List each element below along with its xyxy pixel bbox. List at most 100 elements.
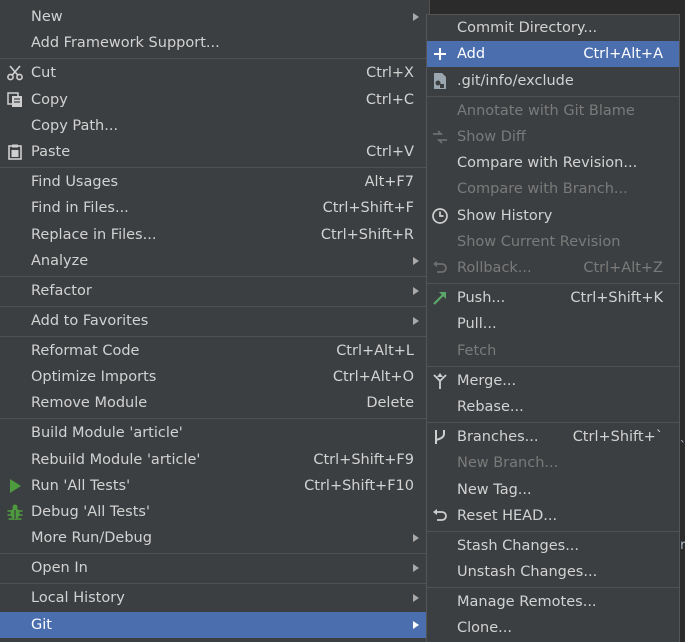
menu-item-manage-remotes[interactable]: Manage Remotes... [427,589,679,615]
menu-item-cut[interactable]: Cut Ctrl+X [0,60,429,86]
menu-item-label: Add Framework Support... [31,35,220,51]
menu-item-branches[interactable]: Branches... Ctrl+Shift+` [427,424,679,450]
menu-item-add-framework-support[interactable]: Add Framework Support... [0,30,429,56]
menu-item-label: Open In [31,560,88,576]
menu-item-label: Git [31,617,52,633]
menu-item-label: Stash Changes... [457,538,580,554]
copy-icon [6,91,24,109]
debug-icon [6,503,24,521]
submenu-arrow-icon [413,564,419,572]
menu-item-label: Reset HEAD... [457,508,558,524]
menu-item-refactor[interactable]: Refactor [0,278,429,304]
menu-item-shortcut: Ctrl+Alt+Z [583,260,663,276]
menu-item-annotate-with-git-blame[interactable]: Annotate with Git Blame [427,98,679,124]
menu-item-label: Add to Favorites [31,313,149,329]
submenu-arrow-icon [413,621,419,629]
menu-item-label: Rebase... [457,399,524,415]
menu-item-show-history[interactable]: Show History [427,203,679,229]
menu-item-shortcut: Ctrl+Shift+F10 [304,478,414,494]
menu-item-push[interactable]: Push... Ctrl+Shift+K [427,285,679,311]
menu-separator [427,96,679,97]
menu-item-debug-all-tests[interactable]: Debug 'All Tests' [0,499,429,525]
menu-item-show-current-revision[interactable]: Show Current Revision [427,229,679,255]
menu-item-local-history[interactable]: Local History [0,585,429,611]
run-icon [6,477,24,495]
menu-item-open-in[interactable]: Open In [0,555,429,581]
menu-item-compare-with-branch[interactable]: Compare with Branch... [427,176,679,202]
menu-item-copy[interactable]: Copy Ctrl+C [0,87,429,113]
menu-separator [0,276,429,277]
push-arrow-icon [431,289,449,307]
menu-item-find-usages[interactable]: Find Usages Alt+F7 [0,169,429,195]
menu-item-label: Build Module 'article' [31,425,183,441]
menu-item-label: Refactor [31,283,92,299]
menu-item-stash-changes[interactable]: Stash Changes... [427,533,679,559]
menu-item-label: Show Diff [457,129,526,145]
menu-separator [0,306,429,307]
menu-item-merge[interactable]: Merge... [427,368,679,394]
menu-item-commit-directory[interactable]: Commit Directory... [427,15,679,41]
menu-item-label: Replace in Files... [31,227,157,243]
merge-icon [431,372,449,390]
menu-item-new-branch[interactable]: New Branch... [427,450,679,476]
submenu-arrow-icon [413,13,419,21]
menu-item-shortcut: Ctrl+Shift+` [572,429,663,445]
menu-item-pull[interactable]: Pull... [427,311,679,337]
menu-item-add[interactable]: Add Ctrl+Alt+A [427,41,679,67]
menu-item-label: Compare with Branch... [457,181,628,197]
menu-item-shortcut: Ctrl+X [366,65,414,81]
menu-item-shortcut: Ctrl+Alt+A [583,46,663,62]
menu-item-label: Clone... [457,620,512,636]
menu-separator [0,583,429,584]
menu-item-rebase[interactable]: Rebase... [427,394,679,420]
menu-item-fetch[interactable]: Fetch [427,338,679,364]
menu-item-reset-head[interactable]: Reset HEAD... [427,503,679,529]
menu-item-clone[interactable]: Clone... [427,615,679,641]
menu-item-new-tag[interactable]: New Tag... [427,477,679,503]
menu-item-label: Copy [31,92,68,108]
menu-item-label: Compare with Revision... [457,155,638,171]
plus-icon [431,45,449,63]
menu-item-label: Manage Remotes... [457,594,597,610]
menu-item-optimize-imports[interactable]: Optimize Imports Ctrl+Alt+O [0,364,429,390]
menu-item-new[interactable]: New [0,4,429,30]
menu-item-run-all-tests[interactable]: Run 'All Tests' Ctrl+Shift+F10 [0,473,429,499]
menu-item-label: Local History [31,590,125,606]
submenu-arrow-icon [413,257,419,265]
menu-item-rollback[interactable]: Rollback... Ctrl+Alt+Z [427,255,679,281]
menu-item-rebuild-module[interactable]: Rebuild Module 'article' Ctrl+Shift+F9 [0,447,429,473]
menu-item-label: New Branch... [457,455,559,471]
menu-item-compare-with-revision[interactable]: Compare with Revision... [427,150,679,176]
menu-item-label: Debug 'All Tests' [31,504,150,520]
menu-item-git-info-exclude[interactable]: .git/info/exclude [427,68,679,94]
menu-item-label: Commit Directory... [457,20,598,36]
menu-item-paste[interactable]: Paste Ctrl+V [0,139,429,165]
menu-item-git[interactable]: Git [0,612,429,638]
menu-item-unstash-changes[interactable]: Unstash Changes... [427,559,679,585]
menu-item-show-diff[interactable]: Show Diff [427,124,679,150]
context-menu: New Add Framework Support... Cut Ctrl+X … [0,0,430,642]
menu-item-shortcut: Ctrl+V [366,144,414,160]
menu-item-analyze[interactable]: Analyze [0,248,429,274]
menu-item-add-to-favorites[interactable]: Add to Favorites [0,308,429,334]
menu-item-label: Add [457,46,486,62]
menu-item-reformat-code[interactable]: Reformat Code Ctrl+Alt+L [0,338,429,364]
menu-item-label: Rollback... [457,260,532,276]
menu-item-label: Optimize Imports [31,369,157,385]
menu-item-replace-in-files[interactable]: Replace in Files... Ctrl+Shift+R [0,222,429,248]
menu-item-copy-path[interactable]: Copy Path... [0,113,429,139]
menu-item-label: New [31,9,63,25]
menu-item-label: More Run/Debug [31,530,152,546]
menu-item-label: Find Usages [31,174,119,190]
menu-separator [427,422,679,423]
menu-item-remove-module[interactable]: Remove Module Delete [0,390,429,416]
menu-separator [427,587,679,588]
menu-item-label: Branches... [457,429,539,445]
clock-icon [431,207,449,225]
menu-item-find-in-files[interactable]: Find in Files... Ctrl+Shift+F [0,195,429,221]
submenu-arrow-icon [413,317,419,325]
menu-item-shortcut: Alt+F7 [364,174,414,190]
menu-item-more-run-debug[interactable]: More Run/Debug [0,525,429,551]
menu-item-build-module[interactable]: Build Module 'article' [0,420,429,446]
menu-item-label: Paste [31,144,71,160]
